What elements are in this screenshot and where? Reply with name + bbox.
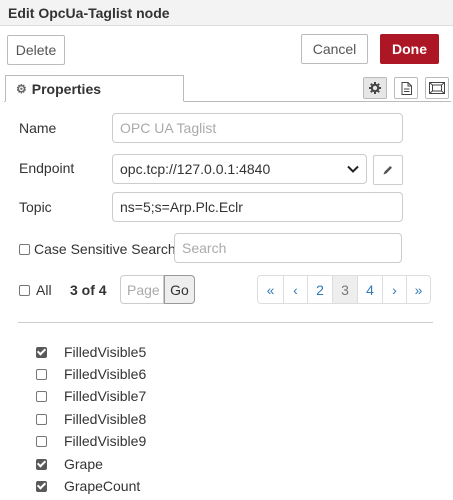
page-3-button[interactable]: 3	[332, 275, 358, 304]
tag-name: FilledVisible9	[64, 433, 147, 449]
list-item[interactable]: FilledVisible6	[36, 366, 146, 382]
gear-icon	[369, 82, 381, 94]
select-all-checkbox[interactable]	[19, 284, 30, 296]
chevron-down-icon	[347, 165, 359, 173]
list-item[interactable]: FilledVisible5	[36, 344, 146, 360]
next-page-button[interactable]: ›	[382, 275, 407, 304]
select-all-option[interactable]: All	[19, 282, 52, 298]
tag-checkbox[interactable]	[36, 390, 47, 402]
page-input[interactable]: Page	[120, 275, 164, 304]
list-item[interactable]: FilledVisible8	[36, 411, 146, 427]
tab-properties-label: Properties	[31, 80, 102, 97]
tag-checkbox[interactable]	[36, 368, 47, 380]
edit-endpoint-button[interactable]	[373, 155, 403, 185]
delete-button[interactable]: Delete	[7, 35, 65, 65]
pagination: « ‹ 2 3 4 › »	[257, 275, 431, 304]
tag-checkbox[interactable]	[36, 346, 47, 358]
topic-input[interactable]: ns=5;s=Arp.Plc.Eclr	[112, 192, 403, 222]
tag-name: GrapeCount	[64, 478, 141, 494]
appearance-tab-button[interactable]	[425, 77, 449, 99]
done-button[interactable]: Done	[380, 34, 439, 64]
endpoint-label: Endpoint	[19, 160, 75, 176]
settings-tab-button[interactable]	[363, 77, 387, 99]
tag-checkbox[interactable]	[36, 458, 47, 470]
select-all-label: All	[36, 282, 52, 298]
name-input[interactable]: OPC UA Taglist	[112, 113, 403, 143]
first-page-button[interactable]: «	[257, 275, 284, 304]
endpoint-value: opc.tcp://127.0.0.1:4840	[120, 161, 271, 177]
description-tab-button[interactable]	[394, 77, 418, 99]
pencil-icon	[383, 166, 392, 175]
prev-page-button[interactable]: ‹	[283, 275, 308, 304]
case-sensitive-option[interactable]: Case Sensitive Search	[19, 241, 176, 257]
tag-name: FilledVisible8	[64, 411, 147, 427]
page-4-button[interactable]: 4	[357, 275, 383, 304]
last-page-button[interactable]: »	[406, 275, 431, 304]
name-label: Name	[19, 120, 57, 136]
dialog-title: Edit OpcUa-Taglist node	[0, 0, 453, 26]
tag-name: FilledVisible6	[64, 366, 147, 382]
document-icon	[401, 81, 412, 95]
tag-checkbox[interactable]	[36, 480, 47, 492]
tag-name: FilledVisible7	[64, 388, 147, 404]
tab-properties[interactable]: ⚙ Properties	[5, 75, 184, 102]
topic-label: Topic	[19, 199, 52, 215]
list-divider	[18, 322, 433, 323]
list-item[interactable]: GrapeCount	[36, 478, 140, 494]
list-item[interactable]: FilledVisible7	[36, 388, 146, 404]
page-count: 3 of 4	[70, 282, 107, 298]
tag-name: Grape	[64, 456, 103, 472]
go-button[interactable]: Go	[164, 275, 195, 304]
case-sensitive-label: Case Sensitive Search	[34, 241, 176, 257]
list-item[interactable]: Grape	[36, 456, 103, 472]
tag-checkbox[interactable]	[36, 413, 47, 425]
cancel-button[interactable]: Cancel	[301, 34, 368, 64]
tag-checkbox[interactable]	[36, 435, 47, 447]
gear-icon: ⚙	[16, 81, 27, 96]
tag-name: FilledVisible5	[64, 344, 147, 360]
case-sensitive-checkbox[interactable]	[19, 243, 30, 255]
list-item[interactable]: FilledVisible9	[36, 433, 146, 449]
endpoint-select[interactable]: opc.tcp://127.0.0.1:4840	[112, 154, 367, 184]
page-2-button[interactable]: 2	[307, 275, 333, 304]
search-input[interactable]: Search	[174, 233, 402, 263]
layout-icon	[429, 82, 445, 94]
